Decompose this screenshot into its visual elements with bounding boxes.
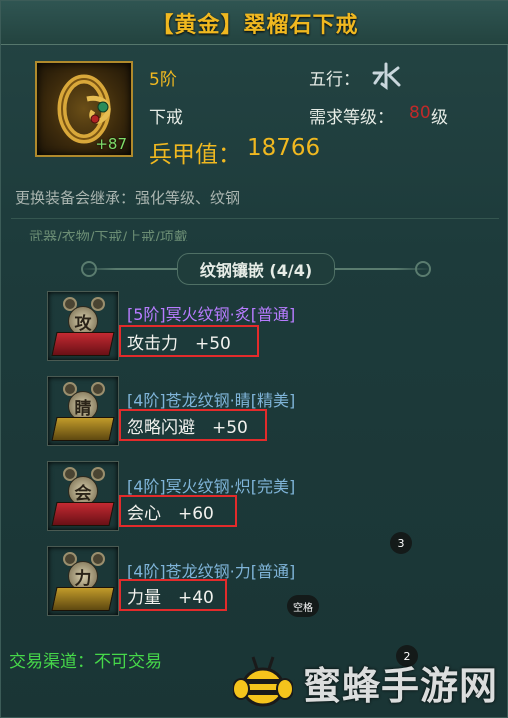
gem-base — [51, 417, 115, 441]
item-tooltip-panel: 【黄金】翠榴石下戒 +87 5阶 下戒 兵甲值： 18766 五行： 需求等级：… — [0, 0, 508, 718]
header-ornament-left — [81, 261, 97, 277]
inherit-note: 更换装备会继承：强化等级、纹钢 — [15, 189, 241, 207]
divider — [11, 218, 499, 219]
element-label: 五行： — [309, 70, 360, 90]
ring-item-icon[interactable]: +87 — [35, 61, 133, 157]
item-grade: 5阶 — [149, 70, 177, 90]
gem-name: [4阶]冥火纹钢·炽[完美] — [127, 477, 296, 496]
trade-channel: 交易渠道：不可交易 — [9, 652, 162, 672]
space-key-badge[interactable]: 空格 — [287, 595, 319, 617]
header-ornament-right — [415, 261, 431, 277]
item-slot: 下戒 — [149, 108, 183, 128]
enhance-level: +87 — [95, 135, 127, 153]
gem-base — [51, 502, 115, 526]
gem-section-header: 纹钢镶嵌 (4/4) — [81, 253, 431, 285]
hotkey-badge[interactable]: 3 — [390, 532, 412, 554]
power-label: 兵甲值： — [149, 142, 241, 168]
gem-section-title: 纹钢镶嵌 (4/4) — [176, 253, 336, 285]
gem-icon-eye[interactable]: 睛 — [47, 376, 119, 446]
gem-stat: 攻击力 +50 — [119, 325, 259, 357]
gem-stat: 忽略闪避 +50 — [119, 409, 267, 441]
bee-logo-icon — [233, 656, 293, 707]
gem-name: [4阶]苍龙纹钢·睛[精美] — [127, 391, 296, 410]
gem-stat: 力量 +40 — [119, 579, 227, 611]
equipment-slot-list: 武器/衣物/下戒/上戒/项戴 — [29, 230, 188, 241]
title-bar: 【黄金】翠榴石下戒 — [1, 1, 508, 45]
power-value: 18766 — [247, 135, 321, 161]
water-glyph-icon — [372, 62, 401, 90]
watermark-text: 蜜蜂手游网 — [303, 664, 499, 708]
gem-base — [51, 587, 115, 611]
gem-icon-crit[interactable]: 会 — [47, 461, 119, 531]
gem-stat: 会心 +60 — [119, 495, 237, 527]
required-level-unit: 级 — [431, 108, 448, 128]
watermark: 蜜蜂手游网 — [227, 649, 508, 713]
gem-base — [51, 332, 115, 356]
gem-icon-strength[interactable]: 力 — [47, 546, 119, 616]
item-title: 【黄金】翠榴石下戒 — [151, 12, 359, 38]
gem-name: [5阶]冥火纹钢·炙[普通] — [127, 305, 296, 324]
required-level-label: 需求等级： — [309, 108, 394, 128]
required-level-value: 80 — [409, 103, 431, 123]
gem-icon-attack[interactable]: 攻 — [47, 291, 119, 361]
